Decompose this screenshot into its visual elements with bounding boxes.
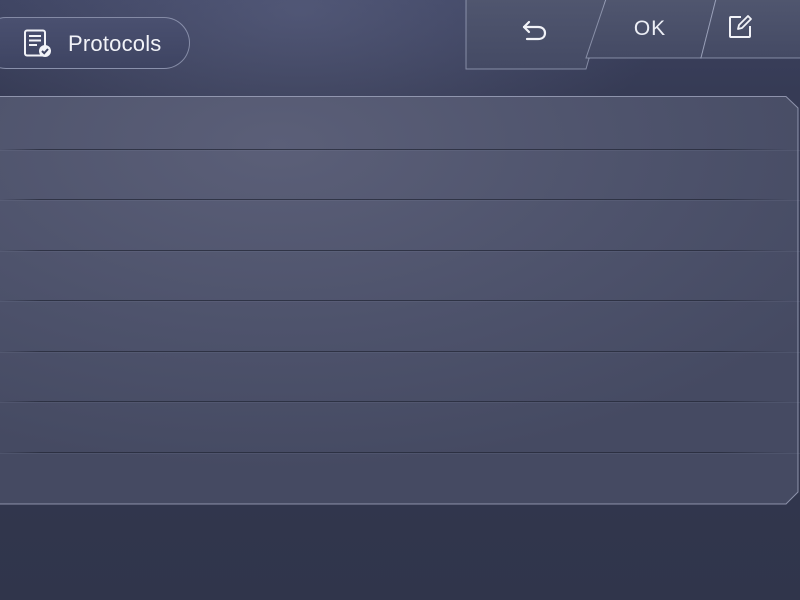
protocol-list-row[interactable] (0, 199, 785, 250)
protocol-list-row[interactable] (0, 149, 785, 200)
protocol-list-row[interactable] (0, 401, 785, 452)
ok-button[interactable]: OK (600, 0, 700, 58)
protocol-document-check-icon (23, 29, 53, 59)
undo-arrow-icon (519, 16, 551, 49)
protocol-list-row[interactable] (0, 452, 785, 503)
protocol-list-panel (0, 96, 800, 506)
ok-button-label: OK (633, 17, 667, 40)
page-title: Protocols (68, 31, 162, 56)
protocol-list-row[interactable] (0, 351, 785, 402)
screen: Protocols OK (0, 0, 800, 600)
edit-pencil-icon (727, 14, 753, 45)
back-button[interactable] (495, 0, 575, 64)
protocol-list-row[interactable] (0, 98, 785, 149)
protocol-list-row[interactable] (0, 250, 785, 301)
edit-button[interactable] (700, 0, 780, 58)
protocol-list-row[interactable] (0, 300, 785, 351)
